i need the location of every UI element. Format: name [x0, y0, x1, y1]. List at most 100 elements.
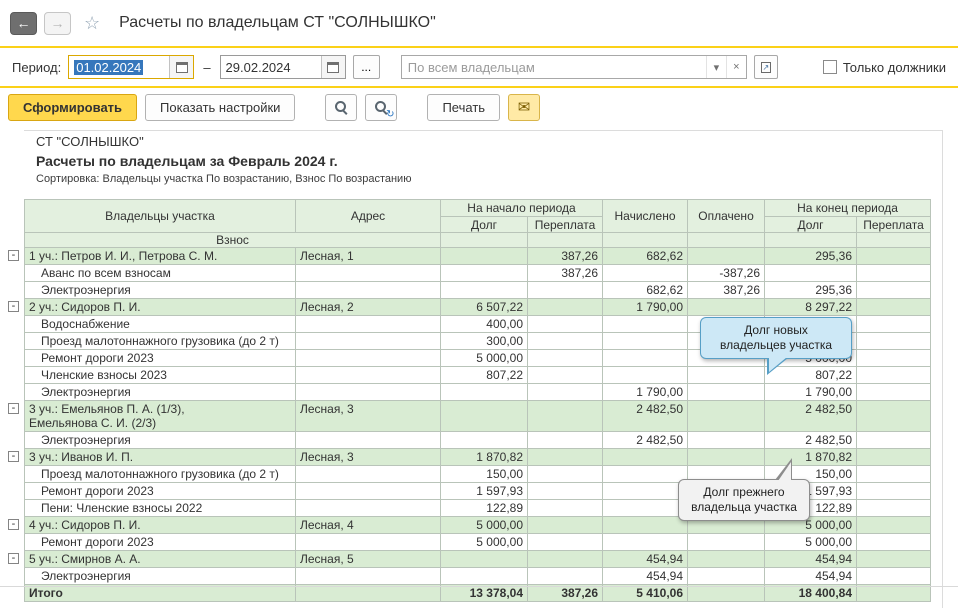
page-title: Расчеты по владельцам СТ "СОЛНЫШКО": [119, 14, 436, 32]
overpay-start-cell: [528, 432, 603, 449]
callout-previous-owner-debt: Долг прежнего владельца участка: [678, 479, 810, 521]
generate-button[interactable]: Сформировать: [8, 94, 137, 121]
collapse-minus-icon[interactable]: -: [8, 451, 19, 462]
paid-cell: [688, 384, 765, 401]
report-table-header: Владельцы участка Адрес На начало период…: [25, 200, 931, 248]
overpay-start-cell: [528, 517, 603, 534]
overpay-end-cell: [857, 432, 931, 449]
debt-start-cell: 400,00: [441, 316, 528, 333]
debt-end-cell: 1 790,00: [765, 384, 857, 401]
collapse-minus-icon[interactable]: -: [8, 301, 19, 312]
overpay-start-cell: [528, 367, 603, 384]
period-options-button[interactable]: ...: [353, 55, 380, 79]
owner-name-cell: Электроэнергия: [25, 568, 296, 585]
address-cell: Лесная, 5: [296, 551, 441, 568]
address-cell: [296, 333, 441, 350]
owner-name-cell: Проезд малотоннажного грузовика (до 2 т): [25, 333, 296, 350]
search-next-button[interactable]: ↻: [365, 94, 397, 121]
debtors-only-label: Только должники: [843, 60, 946, 75]
overpay-start-cell: 387,26: [528, 248, 603, 265]
titlebar: ← → ☆ Расчеты по владельцам СТ "СОЛНЫШКО…: [0, 0, 958, 46]
report-title: Расчеты по владельцам за Февраль 2024 г.: [24, 151, 942, 171]
owner-name-cell: Пени: Членские взносы 2022: [25, 500, 296, 517]
filter-bar: Период: 01.02.2024 – 29.02.2024 ... По в…: [0, 48, 958, 86]
owner-name-cell: Ремонт дороги 2023: [25, 483, 296, 500]
open-icon: ↗: [761, 62, 771, 73]
calendar-icon: [327, 62, 339, 73]
overpay-end-cell: [857, 483, 931, 500]
overpay-end-cell: [857, 384, 931, 401]
address-cell: [296, 350, 441, 367]
date-to-calendar-button[interactable]: [321, 56, 345, 78]
accrued-cell: [603, 500, 688, 517]
collapse-minus-icon[interactable]: -: [8, 250, 19, 261]
search-button[interactable]: [325, 94, 357, 121]
report-table: Владельцы участка Адрес На начало период…: [24, 199, 931, 602]
overpay-end-cell: [857, 248, 931, 265]
back-button[interactable]: ←: [10, 12, 37, 35]
owner-name-cell: Электроэнергия: [25, 384, 296, 401]
col-period-start: На начало периода: [441, 200, 603, 217]
debt-end-cell: 5 000,00: [765, 534, 857, 551]
overpay-end-cell: [857, 299, 931, 316]
overpay-end-cell: [857, 534, 931, 551]
paid-cell: [688, 401, 765, 432]
collapse-minus-icon[interactable]: -: [8, 519, 19, 530]
callout-text: владельцев участка: [709, 338, 843, 353]
accrued-cell: [603, 517, 688, 534]
address-cell: [296, 367, 441, 384]
accrued-cell: 2 482,50: [603, 401, 688, 432]
favorite-star-icon[interactable]: ☆: [84, 13, 100, 34]
fee-detail-row: Электроэнергия454,94454,94: [25, 568, 931, 585]
date-from-calendar-button[interactable]: [169, 56, 193, 78]
overpay-start-cell: 387,26: [528, 265, 603, 282]
overpay-end-cell: [857, 367, 931, 384]
col-debt-end: Долг: [765, 217, 857, 233]
overpay-end-cell: [857, 568, 931, 585]
date-to-value[interactable]: 29.02.2024: [221, 56, 321, 78]
report-bottom-edge: [0, 586, 958, 587]
fee-detail-row: Электроэнергия1 790,001 790,00: [25, 384, 931, 401]
paid-cell: [688, 248, 765, 265]
owner-group-row: 1 уч.: Петров И. И., Петрова С. М.-Лесна…: [25, 248, 931, 265]
paid-cell: [688, 534, 765, 551]
clear-icon[interactable]: ×: [726, 56, 746, 78]
address-cell: [296, 500, 441, 517]
overpay-end-cell: [857, 333, 931, 350]
chevron-down-icon[interactable]: ▾: [706, 56, 726, 78]
owner-name-cell: Итого: [25, 585, 296, 602]
accrued-cell: 454,94: [603, 551, 688, 568]
collapse-minus-icon[interactable]: -: [8, 553, 19, 564]
report-table-body: 1 уч.: Петров И. И., Петрова С. М.-Лесна…: [25, 248, 931, 602]
overpay-start-cell: [528, 534, 603, 551]
debt-end-cell: 2 482,50: [765, 401, 857, 432]
debt-start-cell: [441, 282, 528, 299]
print-button[interactable]: Печать: [427, 94, 500, 121]
collapse-minus-icon[interactable]: -: [8, 403, 19, 414]
fee-detail-row: Электроэнергия2 482,502 482,50: [25, 432, 931, 449]
date-to-field[interactable]: 29.02.2024: [220, 55, 346, 79]
owner-filter-placeholder: По всем владельцам: [402, 56, 706, 78]
col-period-end: На конец периода: [765, 200, 931, 217]
owner-name-cell: Электроэнергия: [25, 432, 296, 449]
send-email-button[interactable]: ✉: [508, 94, 540, 121]
date-from-value[interactable]: 01.02.2024: [74, 60, 143, 75]
open-list-button[interactable]: ↗: [754, 55, 778, 79]
debtors-only-checkbox[interactable]: Только должники: [823, 60, 946, 75]
checkbox-icon[interactable]: [823, 60, 837, 74]
accrued-cell: [603, 449, 688, 466]
owner-filter-combobox[interactable]: По всем владельцам ▾ ×: [401, 55, 747, 79]
owner-name-cell: 3 уч.: Емельянов П. А. (1/3), Емельянова…: [25, 401, 296, 432]
debt-start-cell: 300,00: [441, 333, 528, 350]
owner-name-cell: Аванс по всем взносам: [25, 265, 296, 282]
forward-button[interactable]: →: [44, 12, 71, 35]
paid-cell: 387,26: [688, 282, 765, 299]
date-from-field[interactable]: 01.02.2024: [68, 55, 194, 79]
owner-name-cell: Проезд малотоннажного грузовика (до 2 т): [25, 466, 296, 483]
overpay-end-cell: [857, 401, 931, 432]
fee-detail-row: Ремонт дороги 20235 000,005 000,00: [25, 534, 931, 551]
overpay-start-cell: [528, 282, 603, 299]
overpay-end-cell: [857, 551, 931, 568]
show-settings-button[interactable]: Показать настройки: [145, 94, 295, 121]
debt-start-cell: [441, 551, 528, 568]
